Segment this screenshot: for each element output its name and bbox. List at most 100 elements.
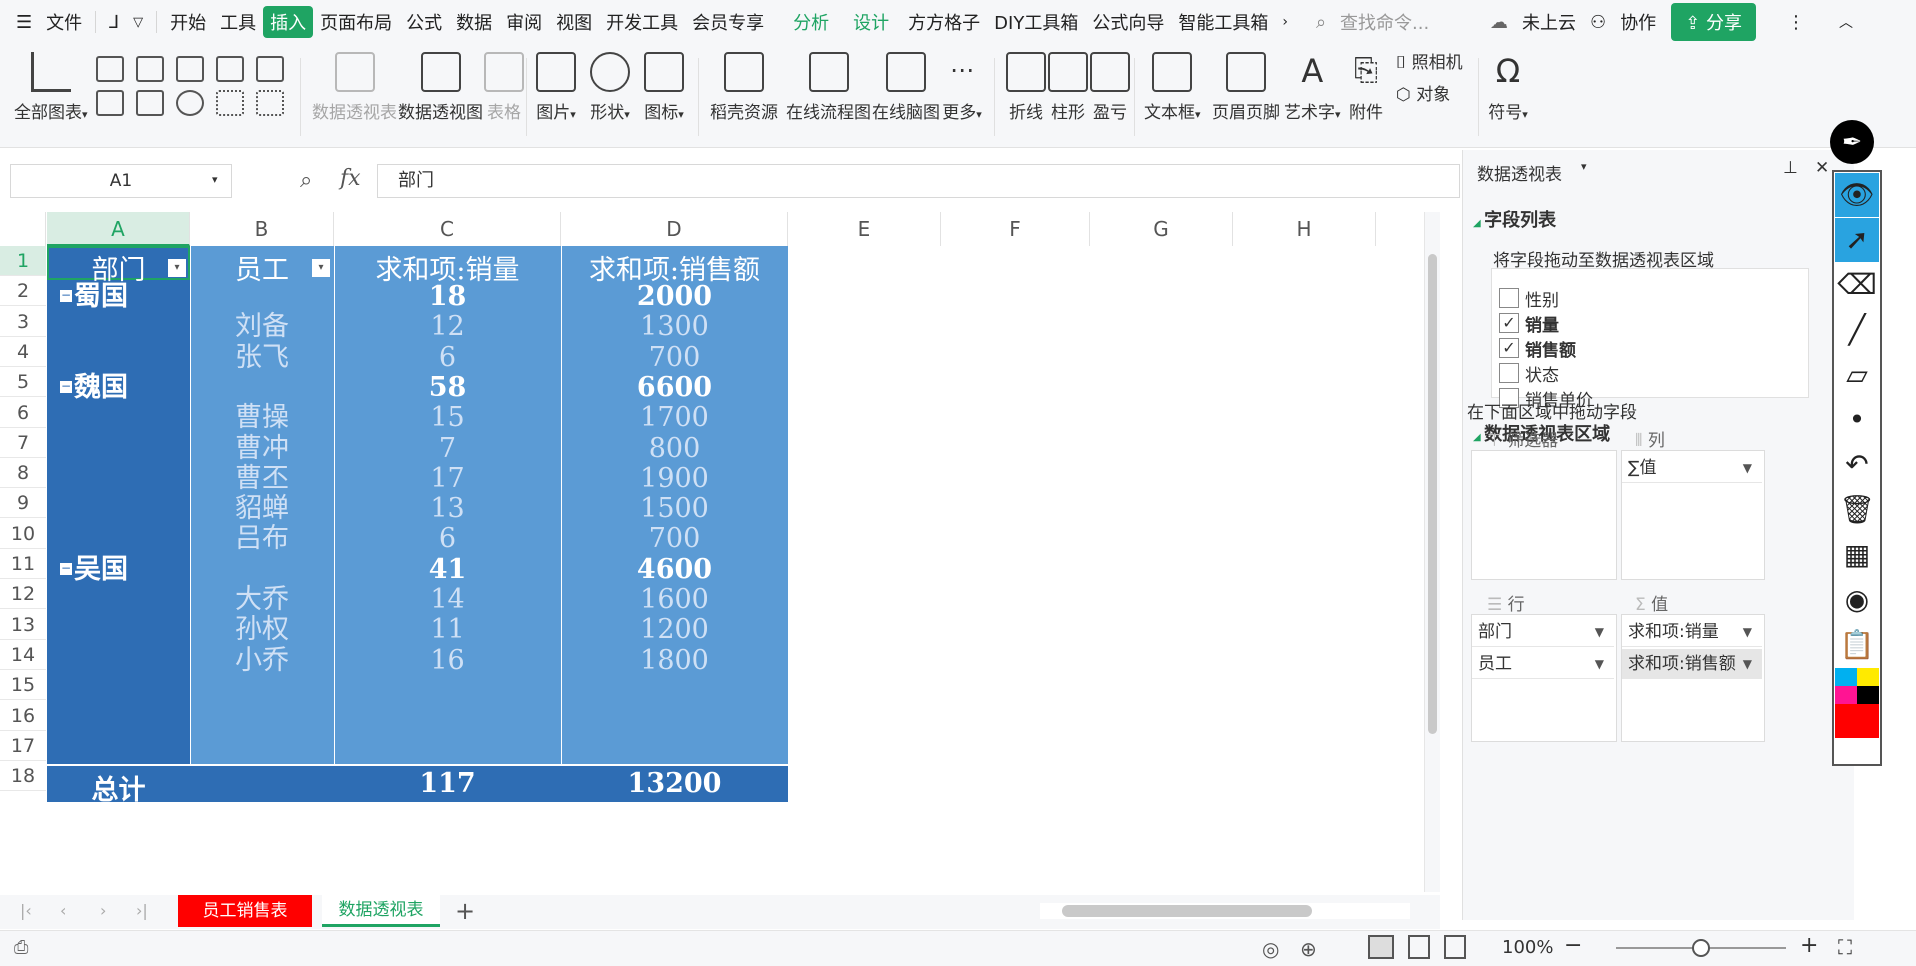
tab-developer[interactable]: 开发工具 <box>599 9 685 35</box>
values-drop-zone[interactable]: 求和项:销量 求和项:销售额 <box>1621 614 1765 742</box>
pivot-qty-cell[interactable]: 12 <box>334 312 561 342</box>
search-icon[interactable]: ⌕ <box>1309 12 1333 33</box>
input-method-icon[interactable]: ⊕ <box>1300 937 1317 961</box>
color-swatch-red[interactable] <box>1835 704 1879 738</box>
field-checkbox[interactable] <box>1499 288 1519 308</box>
pivot-amount-cell[interactable]: 1800 <box>561 645 788 676</box>
row-header[interactable]: 17 <box>0 731 46 761</box>
last-sheet-icon[interactable]: ›| <box>136 901 148 920</box>
collab-button[interactable]: 协作 <box>1613 9 1663 35</box>
column-header-e[interactable]: E <box>788 212 941 246</box>
pivot-employee-cell[interactable]: 曹冲 <box>190 433 334 464</box>
highlighter-icon[interactable]: ▱ <box>1835 353 1879 397</box>
pivot-qty-cell[interactable]: 18 <box>334 282 561 312</box>
pivot-amount-cell[interactable]: 1200 <box>561 615 788 645</box>
name-box[interactable]: A1 <box>10 164 232 198</box>
more-button[interactable]: ⋯ 更多▾ <box>942 50 982 123</box>
pivot-qty-cell[interactable]: 16 <box>334 645 561 676</box>
row-header[interactable]: 5 <box>0 367 46 398</box>
fullscreen-icon[interactable]: ⛶ <box>1838 935 1852 959</box>
page-layout-view-icon[interactable] <box>1408 935 1430 959</box>
row-header[interactable]: 18 <box>0 761 46 792</box>
pivot-chart-button[interactable]: 数据透视图 <box>398 50 483 123</box>
tab-smart-toolbox[interactable]: 智能工具箱 <box>1171 9 1275 35</box>
tab-ffcell[interactable]: 方方格子 <box>901 9 987 35</box>
attachment-button[interactable]: ⎘ 附件 <box>1346 50 1386 123</box>
column-header-b[interactable]: B <box>190 212 334 246</box>
row-item-dept[interactable]: 部门 <box>1472 617 1614 647</box>
zoom-search-icon[interactable]: ⌕ <box>300 168 312 193</box>
pivot-amount-cell[interactable]: 1700 <box>561 403 788 433</box>
command-search-input[interactable]: 查找命令... <box>1333 9 1483 35</box>
add-sheet-button[interactable]: + <box>455 897 475 925</box>
tab-formula-wizard[interactable]: 公式向导 <box>1085 9 1171 35</box>
pivot-employee-cell[interactable]: 吕布 <box>190 524 334 554</box>
first-sheet-icon[interactable]: |‹ <box>20 901 32 920</box>
macro-record-icon[interactable]: ⎙ <box>14 937 28 958</box>
column-header-h[interactable]: H <box>1233 212 1376 246</box>
color-swatch-yellow[interactable] <box>1857 668 1879 686</box>
row-item-employee[interactable]: 员工 <box>1472 649 1614 679</box>
pivot-employee-cell[interactable]: 曹丕 <box>190 463 334 494</box>
field-item[interactable]: ✓ 销售额 <box>1499 334 1799 362</box>
pivot-total-amount[interactable]: 13200 <box>561 768 788 799</box>
picture-button[interactable]: 图片▾ <box>536 50 576 123</box>
collapse-ribbon-icon[interactable]: ︿ <box>1832 12 1860 32</box>
row-header[interactable]: 10 <box>0 519 46 549</box>
zoom-slider[interactable] <box>1616 939 1786 957</box>
whiteboard-icon[interactable]: ▦ <box>1835 533 1879 577</box>
format-painter-icon[interactable]: ⅃ <box>102 12 126 33</box>
pivot-amount-cell[interactable]: 4600 <box>561 554 788 585</box>
pivot-qty-cell[interactable]: 6 <box>334 342 561 373</box>
docer-resources-button[interactable]: 稻壳资源 <box>710 50 778 123</box>
pie-chart-icon[interactable] <box>176 90 204 116</box>
trash-icon[interactable]: 🗑 <box>1835 488 1879 532</box>
pivot-qty-cell[interactable]: 14 <box>334 585 561 615</box>
scrollbar-thumb[interactable] <box>1062 905 1312 917</box>
undo-icon[interactable]: ↶ <box>1835 443 1879 487</box>
online-flowchart-button[interactable]: 在线流程图 <box>786 50 871 123</box>
tab-data[interactable]: 数据 <box>449 9 499 35</box>
row-header[interactable]: 3 <box>0 307 46 337</box>
pivot-dept-cell[interactable]: 吴国 <box>74 554 184 585</box>
pin-icon[interactable]: ⊥ <box>1783 158 1798 178</box>
sheet-tab-pivot[interactable]: 数据透视表 <box>322 895 440 927</box>
table-button[interactable]: 表格 <box>484 50 524 123</box>
sparkline-line-button[interactable]: 折线 <box>1006 50 1046 123</box>
column-header-f[interactable]: F <box>941 212 1090 246</box>
scatter-chart-icon[interactable] <box>216 90 244 116</box>
symbol-button[interactable]: Ω 符号▾ <box>1488 50 1528 123</box>
wordart-button[interactable]: A 艺术字▾ <box>1284 50 1341 123</box>
pivot-total-label[interactable]: 总计 <box>47 768 190 807</box>
tab-tools[interactable]: 工具 <box>213 9 263 35</box>
filter-drop-zone[interactable] <box>1471 450 1617 580</box>
zoom-in-button[interactable]: + <box>1800 933 1818 958</box>
pivot-amount-cell[interactable]: 700 <box>561 524 788 554</box>
textbox-button[interactable]: 文本框▾ <box>1144 50 1201 123</box>
row-header[interactable]: 8 <box>0 458 46 489</box>
color-swatch-black[interactable] <box>1857 686 1879 704</box>
radar-chart-icon[interactable] <box>216 56 244 82</box>
pivot-qty-cell[interactable]: 17 <box>334 463 561 494</box>
panel-title[interactable]: 数据透视表 <box>1477 160 1562 185</box>
column-chart-icon[interactable] <box>96 56 124 82</box>
collapse-group-icon[interactable]: − <box>60 562 72 575</box>
pivot-header-sum-amount[interactable]: 求和项:销售额 <box>561 248 788 286</box>
column-header-g[interactable]: G <box>1090 212 1233 246</box>
line-chart-icon[interactable] <box>176 56 204 82</box>
fx-icon[interactable]: fx <box>340 166 361 191</box>
pivot-amount-cell[interactable]: 1300 <box>561 312 788 342</box>
value-item-sum-qty[interactable]: 求和项:销量 <box>1622 617 1762 647</box>
field-item[interactable]: ✓ 销量 <box>1499 309 1799 337</box>
value-item-sum-amount[interactable]: 求和项:销售额 <box>1622 649 1762 679</box>
sparkline-winloss-button[interactable]: 盈亏 <box>1090 50 1130 123</box>
tab-formulas[interactable]: 公式 <box>399 9 449 35</box>
tab-analyze[interactable]: 分析 <box>781 9 841 35</box>
more-options-icon[interactable]: ⋮ <box>1780 12 1812 33</box>
eye-icon[interactable]: 👁 <box>1835 173 1879 217</box>
tab-review[interactable]: 审阅 <box>499 9 549 35</box>
row-drop-zone[interactable]: 部门 员工 <box>1471 614 1617 742</box>
row-header[interactable]: 6 <box>0 398 46 428</box>
zoom-out-button[interactable]: − <box>1564 933 1582 958</box>
chevron-down-icon[interactable]: ▾ <box>212 173 218 186</box>
